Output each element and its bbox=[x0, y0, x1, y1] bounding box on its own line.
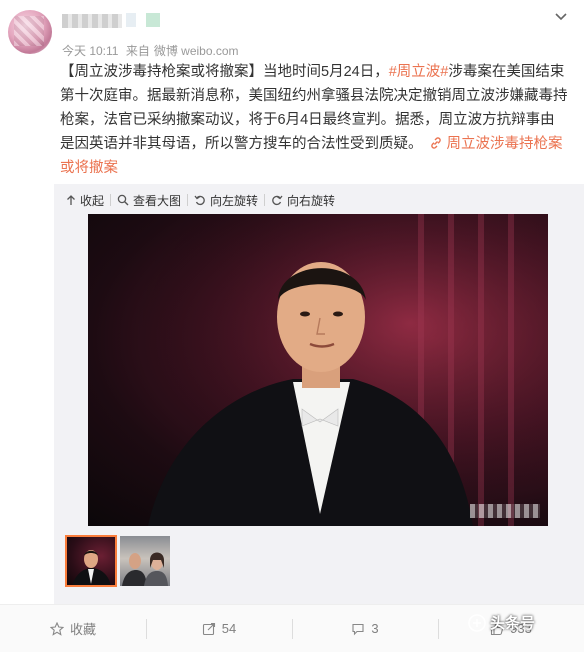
thumbnail-2[interactable] bbox=[120, 536, 170, 586]
toutiao-logo-icon bbox=[468, 613, 486, 632]
member-badge-icon bbox=[146, 13, 160, 27]
link-icon bbox=[430, 137, 441, 149]
post-time[interactable]: 今天 10:11 bbox=[62, 44, 118, 58]
media-toolbar: 收起 查看大图 向左旋转 向右旋转 bbox=[66, 188, 341, 212]
favorite-button[interactable]: 收藏 bbox=[0, 605, 146, 652]
rotate-right-icon bbox=[272, 195, 283, 206]
repost-count: 54 bbox=[221, 621, 237, 636]
view-large-label: 查看大图 bbox=[133, 193, 182, 208]
rotate-left-button[interactable]: 向左旋转 bbox=[194, 192, 258, 209]
verified-badge-icon bbox=[126, 13, 136, 27]
toolbar-divider bbox=[187, 194, 189, 206]
favorite-label: 收藏 bbox=[69, 622, 96, 637]
post-source[interactable]: 微博 weibo.com bbox=[154, 44, 239, 58]
view-large-button[interactable]: 查看大图 bbox=[117, 192, 181, 209]
repost-icon bbox=[202, 622, 215, 635]
post-header: 今天 10:11 来自 微博 weibo.com bbox=[0, 0, 584, 60]
rotate-right-button[interactable]: 向右旋转 bbox=[271, 192, 335, 209]
image-watermark bbox=[470, 504, 540, 518]
toutiao-watermark: 头条号 bbox=[468, 612, 535, 633]
comment-icon bbox=[352, 623, 364, 635]
thumbnail-couple-illustration bbox=[122, 552, 168, 586]
avatar[interactable] bbox=[8, 10, 52, 54]
collapse-label: 收起 bbox=[80, 193, 105, 208]
magnify-icon bbox=[117, 194, 129, 206]
arrow-up-icon bbox=[67, 195, 75, 205]
text-segment-1: 当地时间5月24日， bbox=[263, 64, 389, 80]
watermark-brand: 头条号 bbox=[490, 615, 536, 632]
post-text: 【周立波涉毒持枪案或将撤案】当地时间5月24日，#周立波#涉毒案在美国结束第十次… bbox=[60, 60, 568, 180]
post-meta: 今天 10:11 来自 微博 weibo.com bbox=[62, 42, 243, 59]
media-panel: 收起 查看大图 向左旋转 向右旋转 bbox=[54, 184, 584, 604]
post-photo[interactable] bbox=[88, 214, 548, 526]
collapse-button[interactable]: 收起 bbox=[66, 192, 104, 209]
hashtag-link[interactable]: #周立波# bbox=[389, 64, 449, 80]
comment-count: 3 bbox=[371, 621, 379, 636]
photo-person-illustration bbox=[88, 214, 548, 526]
thumbnail-1[interactable] bbox=[65, 535, 117, 587]
username-blurred[interactable] bbox=[62, 14, 122, 28]
source-prefix: 来自 bbox=[125, 44, 150, 58]
toolbar-divider bbox=[110, 194, 112, 206]
rotate-left-icon bbox=[194, 195, 205, 206]
rotate-right-label: 向右旋转 bbox=[287, 193, 336, 208]
thumbnail-strip bbox=[65, 535, 174, 587]
thumbnail-person-illustration bbox=[72, 550, 111, 586]
star-icon bbox=[49, 621, 64, 636]
title-tag-link[interactable]: 【周立波涉毒持枪案或将撤案】 bbox=[60, 64, 263, 80]
repost-button[interactable]: 54 bbox=[146, 605, 292, 652]
comment-button[interactable]: 3 bbox=[292, 605, 438, 652]
chevron-down-icon[interactable] bbox=[554, 10, 568, 24]
rotate-left-label: 向左旋转 bbox=[210, 193, 259, 208]
toolbar-divider bbox=[264, 194, 266, 206]
